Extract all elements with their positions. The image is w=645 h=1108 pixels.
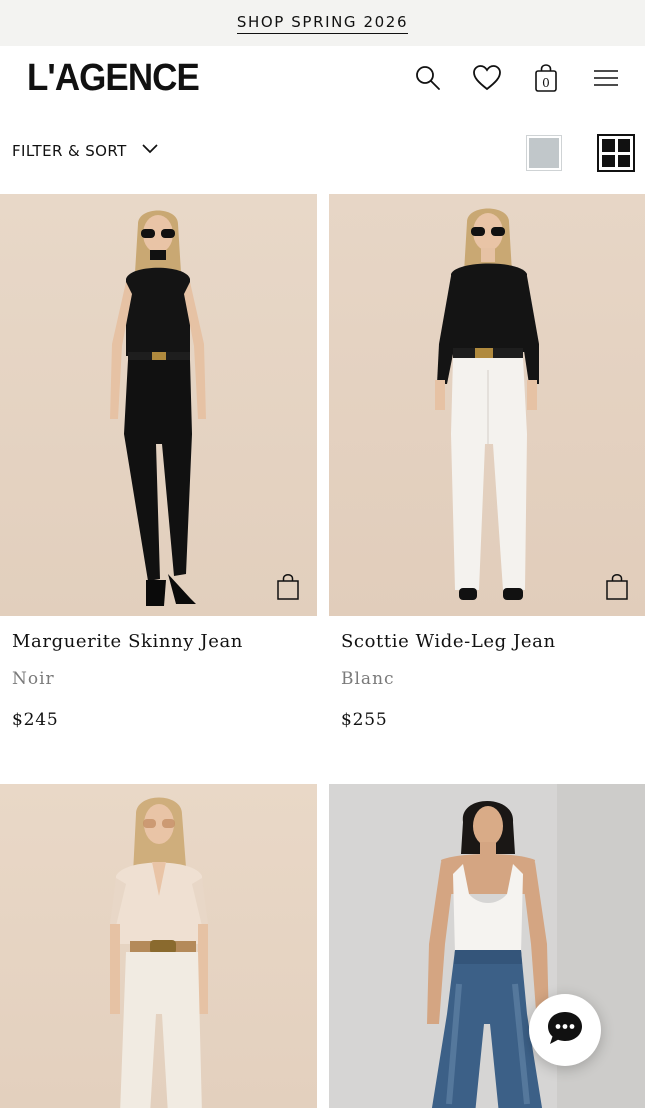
brand-logo[interactable]: L'AGENCE xyxy=(27,56,200,100)
product-name[interactable]: Scottie Wide-Leg Jean xyxy=(329,631,645,652)
product-card[interactable]: Scottie Wide-Leg Jean Blanc $255 xyxy=(329,194,645,730)
product-card[interactable] xyxy=(329,784,645,1108)
product-image[interactable] xyxy=(0,784,317,1108)
product-color: Noir xyxy=(12,669,55,689)
four-grid-view-button[interactable] xyxy=(597,134,635,172)
product-image[interactable] xyxy=(329,784,645,1108)
product-image[interactable] xyxy=(329,194,645,616)
filter-sort-button[interactable]: FILTER & SORT xyxy=(12,142,159,160)
grid-view-icon xyxy=(602,139,615,152)
filter-bar: FILTER & SORT xyxy=(0,130,645,178)
promo-bar: SHOP SPRING 2026 xyxy=(0,0,645,46)
heart-icon[interactable] xyxy=(471,62,503,94)
product-image[interactable] xyxy=(0,194,317,616)
product-name[interactable]: Marguerite Skinny Jean xyxy=(0,631,317,652)
chat-bubble-icon xyxy=(546,1010,584,1051)
menu-icon[interactable] xyxy=(589,62,621,94)
site-header: L'AGENCE 0 xyxy=(0,46,645,112)
product-price: $245 xyxy=(12,710,59,730)
product-card[interactable] xyxy=(0,784,317,1108)
search-icon[interactable] xyxy=(412,62,444,94)
product-color: Blanc xyxy=(341,669,395,689)
add-to-bag-icon[interactable] xyxy=(605,573,629,601)
bag-count: 0 xyxy=(542,76,550,90)
product-price: $255 xyxy=(341,710,388,730)
single-column-view-button[interactable] xyxy=(526,135,562,171)
product-card[interactable]: Marguerite Skinny Jean Noir $245 xyxy=(0,194,317,730)
single-view-icon xyxy=(529,138,559,168)
chevron-down-icon xyxy=(141,142,159,160)
filter-sort-label: FILTER & SORT xyxy=(12,142,127,160)
shopping-bag-icon[interactable]: 0 xyxy=(530,62,562,94)
chat-button[interactable] xyxy=(529,994,601,1066)
shop-spring-link[interactable]: SHOP SPRING 2026 xyxy=(236,13,409,34)
add-to-bag-icon[interactable] xyxy=(276,573,300,601)
